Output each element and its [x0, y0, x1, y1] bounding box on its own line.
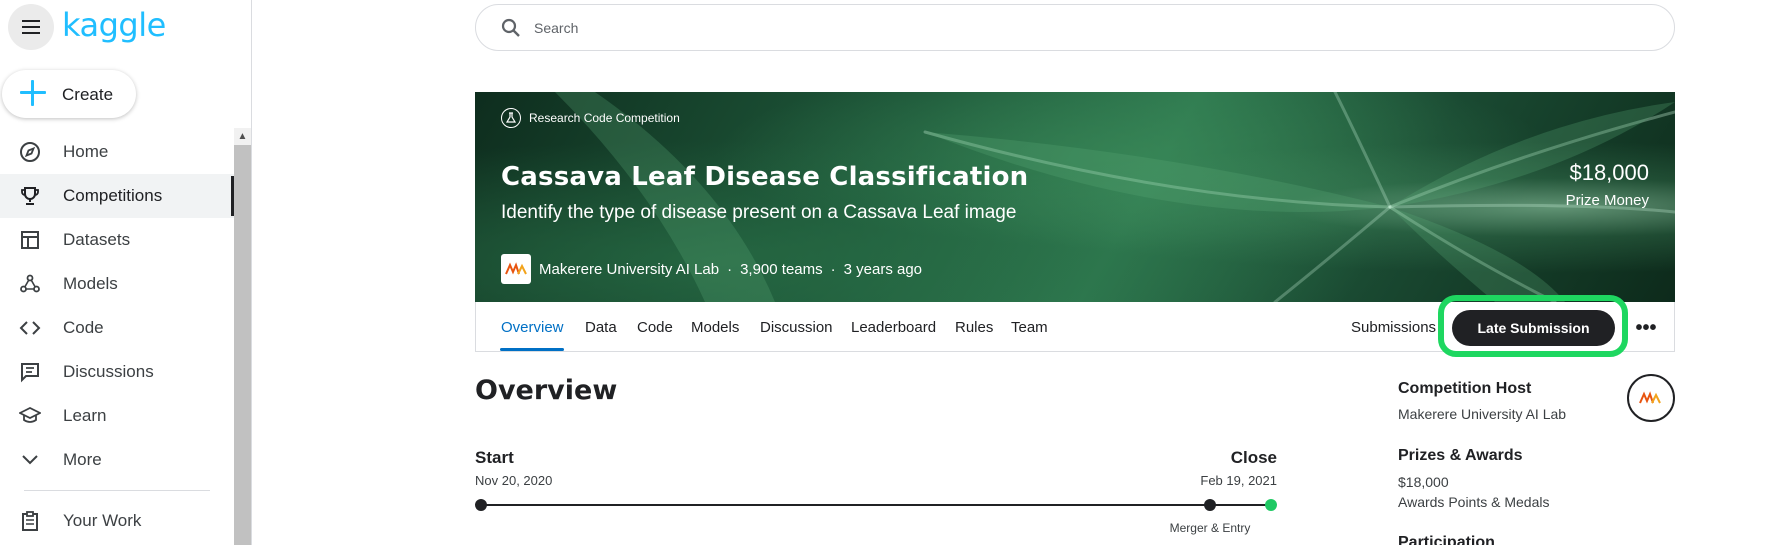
tab-data[interactable]: Data: [585, 319, 617, 336]
sidebar-item-label: Home: [63, 142, 109, 161]
badge-label: Research Code Competition: [529, 111, 680, 125]
timeline-start-date: Nov 20, 2020: [475, 473, 553, 488]
competition-title: Cassava Leaf Disease Classification: [501, 162, 1029, 192]
prizes-detail: Awards Points & Medals: [1398, 494, 1550, 510]
sidebar-item-label: Code: [63, 318, 104, 337]
clipboard-icon: [19, 510, 41, 532]
create-label: Create: [62, 85, 114, 104]
teams-count[interactable]: 3,900 teams: [740, 261, 823, 278]
timeline-close-marker[interactable]: [1265, 499, 1277, 511]
host-logo[interactable]: [501, 254, 531, 284]
timeline-close-label: Close: [1230, 448, 1277, 467]
active-tab-indicator: [500, 348, 564, 351]
more-options-icon[interactable]: •••: [1631, 310, 1661, 346]
host-heading: Competition Host: [1398, 380, 1532, 397]
participation-heading: Participation: [1398, 534, 1495, 545]
sidebar: kaggle Create Home Competitions Datasets: [0, 0, 252, 545]
sidebar-scrollbar[interactable]: [234, 128, 251, 545]
sidebar-item-label: Models: [63, 274, 118, 293]
prize-label: Prize Money: [1565, 192, 1649, 209]
host-avatar[interactable]: [1627, 374, 1675, 422]
tab-code[interactable]: Code: [637, 319, 673, 336]
sidebar-item-learn[interactable]: Learn: [0, 394, 234, 438]
prize-amount: $18,000: [1569, 160, 1649, 185]
sidebar-item-label: More: [63, 450, 102, 469]
chevron-down-icon: [19, 449, 41, 471]
competition-type-badge: Research Code Competition: [501, 108, 680, 128]
scroll-up-arrow-icon[interactable]: ▲: [234, 128, 251, 145]
prize-info: $18,000 Prize Money: [1566, 160, 1649, 209]
sidebar-item-datasets[interactable]: Datasets: [0, 218, 234, 262]
flask-icon: [501, 108, 521, 128]
page-title: Overview: [475, 375, 618, 406]
compass-icon: [19, 141, 41, 163]
sidebar-item-more[interactable]: More: [0, 438, 234, 482]
tab-overview[interactable]: Overview: [501, 319, 564, 336]
timeline-close-date: Feb 19, 2021: [1200, 473, 1277, 488]
competition-subtitle: Identify the type of disease present on …: [501, 202, 1017, 223]
timeline-start-marker[interactable]: [475, 499, 487, 511]
table-icon: [19, 229, 41, 251]
sidebar-item-discussions[interactable]: Discussions: [0, 350, 234, 394]
search-icon: [501, 18, 521, 38]
code-icon: [19, 317, 41, 339]
timeline-bar: [481, 504, 1271, 506]
sidebar-item-label: Learn: [63, 406, 107, 425]
separator: ·: [727, 260, 733, 278]
tab-rules[interactable]: Rules: [955, 319, 993, 336]
kaggle-logo[interactable]: kaggle: [62, 6, 166, 44]
trophy-icon: [19, 185, 41, 207]
sidebar-item-label: Competitions: [63, 186, 163, 205]
competition-age: 3 years ago: [843, 260, 923, 278]
sidebar-item-label: Your Work: [63, 511, 142, 530]
search-input[interactable]: [534, 17, 1134, 39]
plus-icon: [20, 80, 46, 106]
sidebar-item-your-work[interactable]: Your Work: [0, 499, 234, 543]
separator: ·: [830, 260, 836, 278]
tab-leaderboard[interactable]: Leaderboard: [851, 319, 936, 336]
sidebar-item-home[interactable]: Home: [0, 130, 234, 174]
submissions-link[interactable]: Submissions: [1351, 319, 1436, 336]
create-button[interactable]: Create: [2, 70, 136, 118]
timeline-start-label: Start: [475, 448, 514, 467]
sidebar-item-models[interactable]: Models: [0, 262, 234, 306]
sidebar-item-code[interactable]: Code: [0, 306, 234, 350]
competition-meta: Makerere University AI Lab · 3,900 teams…: [501, 254, 922, 284]
comments-icon: [19, 361, 41, 383]
timeline-merger-marker[interactable]: [1204, 499, 1216, 511]
prizes-heading: Prizes & Awards: [1398, 447, 1523, 464]
late-submission-button[interactable]: Late Submission: [1452, 310, 1615, 346]
hamburger-icon: [22, 18, 40, 36]
competition-tabs: Overview Data Code Models Discussion Lea…: [475, 295, 1675, 357]
sidebar-item-label: Datasets: [63, 230, 131, 249]
search-bar[interactable]: [475, 4, 1675, 51]
menu-button[interactable]: [8, 4, 54, 50]
host-name-link[interactable]: Makerere University AI Lab: [539, 261, 719, 278]
tab-discussion[interactable]: Discussion: [760, 319, 833, 336]
sidebar-nav: Home Competitions Datasets Models Code D…: [0, 130, 234, 543]
timeline-merger-label: Merger & Entry: [1169, 521, 1251, 535]
tab-models[interactable]: Models: [691, 319, 739, 336]
divider: [24, 490, 210, 491]
host-name[interactable]: Makerere University AI Lab: [1398, 406, 1566, 422]
sidebar-item-competitions[interactable]: Competitions: [0, 174, 234, 218]
tab-team[interactable]: Team: [1011, 319, 1048, 336]
prizes-amount: $18,000: [1398, 474, 1449, 490]
sidebar-item-label: Discussions: [63, 362, 154, 381]
school-icon: [19, 405, 41, 427]
competition-header-banner: Research Code Competition Cassava Leaf D…: [475, 92, 1675, 302]
models-icon: [19, 273, 41, 295]
